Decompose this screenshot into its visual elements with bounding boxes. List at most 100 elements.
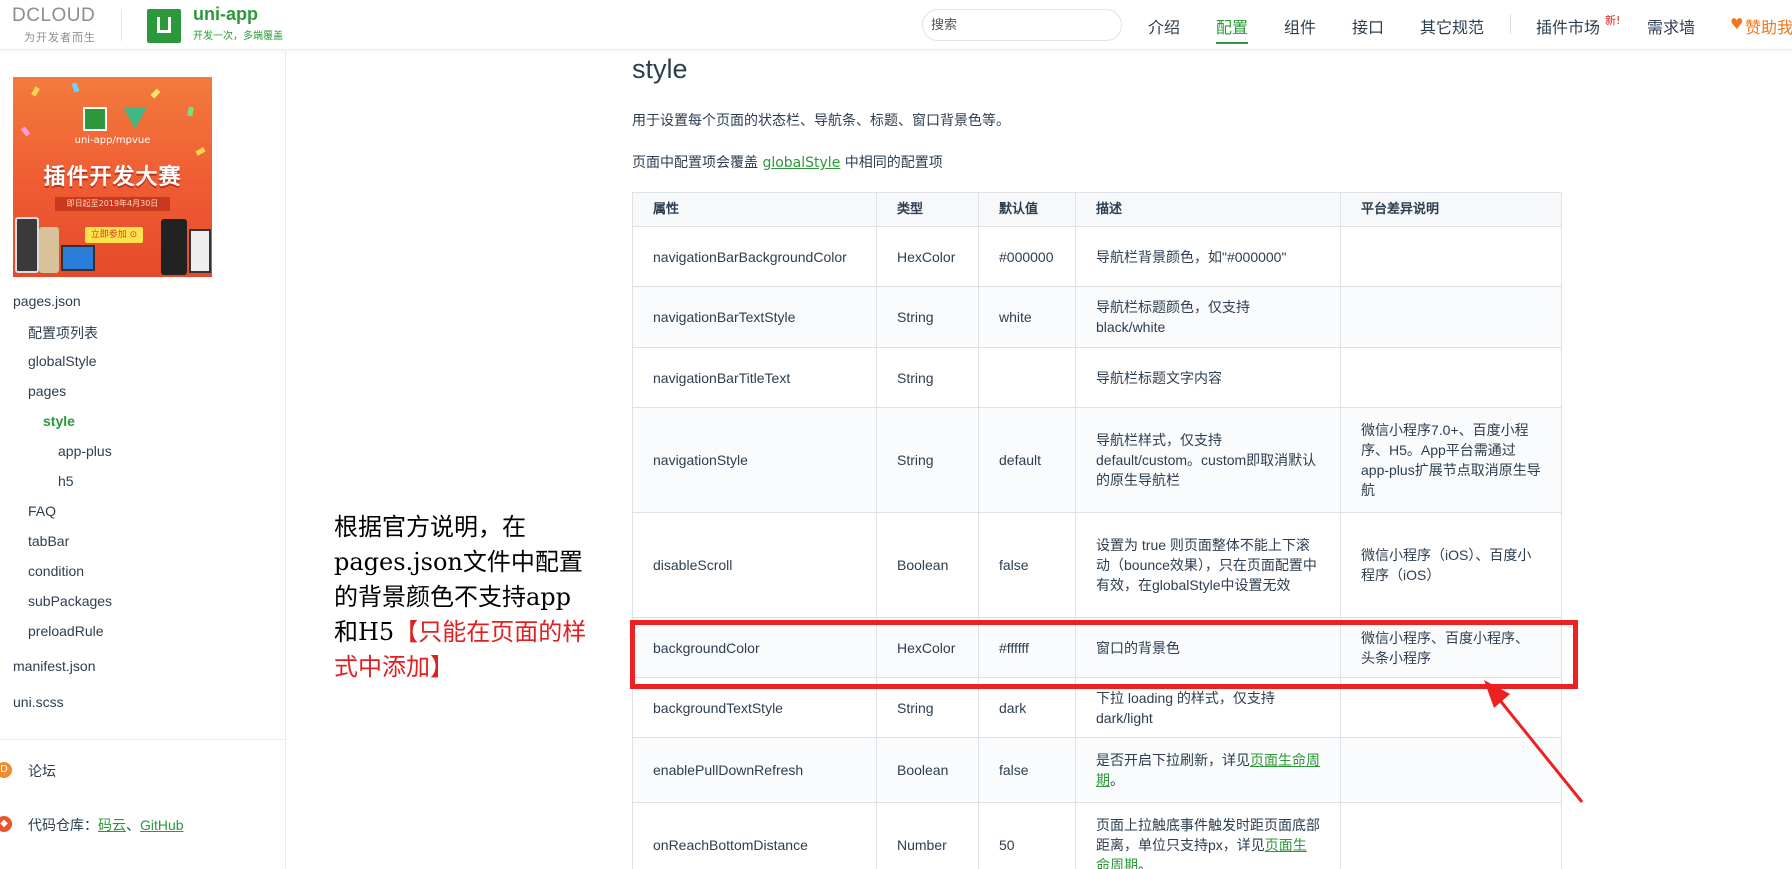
- table-header: 描述: [1075, 192, 1341, 227]
- table-cell: 50: [978, 802, 1076, 869]
- nav-demand-wall[interactable]: 需求墙: [1647, 14, 1695, 38]
- heart-icon: ♥: [1730, 15, 1744, 33]
- sidebar-item-pages-json[interactable]: pages.json: [13, 293, 81, 309]
- sidebar-item-h5[interactable]: h5: [58, 473, 74, 489]
- sidebar-item-pages[interactable]: pages: [28, 383, 66, 399]
- uni-app-banner-icon: [83, 107, 107, 131]
- table-cell: onReachBottomDistance: [632, 802, 877, 869]
- dcloud-logo[interactable]: DCLOUD 为开发者而生: [12, 5, 112, 45]
- table-cell: String: [876, 286, 979, 348]
- table-row: navigationStyle String default 导航栏样式，仅支持…: [632, 407, 1562, 513]
- new-badge: 新!: [1605, 14, 1621, 27]
- sidebar-item-subpackages[interactable]: subPackages: [28, 593, 112, 609]
- uni-app-logo-icon[interactable]: [147, 9, 181, 43]
- table-cell: navigationStyle: [632, 407, 877, 513]
- table-cell: [978, 347, 1076, 408]
- table-cell: 微信小程序（iOS）、百度小程序（iOS）: [1340, 512, 1562, 618]
- table-cell: [1340, 286, 1562, 348]
- sidebar-item-style[interactable]: style: [43, 413, 75, 429]
- sidebar-item-condition[interactable]: condition: [28, 563, 84, 579]
- table-cell: String: [876, 347, 979, 408]
- table-row: navigationBarTitleText String 导航栏标题文字内容: [632, 347, 1562, 408]
- table-cell: 导航栏标题颜色，仅支持 black/white: [1075, 286, 1341, 348]
- banner-caption: uni-app/mpvue: [74, 135, 151, 146]
- uni-app-title[interactable]: uni-app: [193, 4, 258, 25]
- table-cell: false: [978, 512, 1076, 618]
- table-cell: #000000: [978, 226, 1076, 287]
- table-cell: Boolean: [876, 512, 979, 618]
- dcloud-logo-text: DCLOUD: [12, 5, 96, 26]
- table-cell: white: [978, 286, 1076, 348]
- table-cell: 导航栏背景颜色，如"#000000": [1075, 226, 1341, 287]
- banner-join-button[interactable]: 立即参加 ⊙: [85, 227, 143, 243]
- nav-intro[interactable]: 介绍: [1148, 14, 1180, 38]
- sidebar-forum-link[interactable]: 论坛: [28, 761, 56, 781]
- top-navbar: DCLOUD 为开发者而生 uni-app 开发一次，多端覆盖 介绍 配置 组件…: [0, 0, 1792, 50]
- sidebar: uni-app/mpvue 插件开发大赛 即日起至2019年4月30日 立即参加…: [0, 51, 286, 869]
- vue-banner-icon: [123, 107, 147, 129]
- sidebar-repo: 代码仓库：码云、GitHub: [28, 815, 184, 835]
- table-cell: String: [876, 407, 979, 513]
- sidebar-item-uni-scss[interactable]: uni.scss: [13, 694, 64, 710]
- table-header: 属性: [632, 192, 877, 227]
- nav-api[interactable]: 接口: [1352, 14, 1384, 38]
- override-prefix: 页面中配置项会覆盖: [632, 155, 763, 171]
- override-suffix: 中相同的配置项: [840, 155, 943, 171]
- table-row: navigationBarTextStyle String white 导航栏标…: [632, 286, 1562, 348]
- table-header: 平台差异说明: [1340, 192, 1562, 227]
- table-cell: 导航栏标题文字内容: [1075, 347, 1341, 408]
- banner-date: 即日起至2019年4月30日: [55, 197, 170, 211]
- sidebar-item-manifest-json[interactable]: manifest.json: [13, 658, 95, 674]
- globalstyle-link[interactable]: globalStyle: [762, 155, 840, 171]
- table-cell: 设置为 true 则页面整体不能上下滚动（bounce效果），只在页面配置中有效…: [1075, 512, 1341, 618]
- table-cell: 是否开启下拉刷新，详见页面生命周期。: [1075, 737, 1341, 803]
- table-cell: false: [978, 737, 1076, 803]
- table-cell: 导航栏样式，仅支持 default/custom。custom即取消默认的原生导…: [1075, 407, 1341, 513]
- cell-text: 。: [1138, 857, 1152, 869]
- sidebar-item-app-plus[interactable]: app-plus: [58, 443, 112, 459]
- table-row: onReachBottomDistance Number 50 页面上拉触底事件…: [632, 802, 1562, 869]
- sidebar-item-config-list[interactable]: 配置项列表: [28, 323, 98, 343]
- sidebar-item-preloadrule[interactable]: preloadRule: [28, 623, 104, 639]
- sidebar-item-tabbar[interactable]: tabBar: [28, 533, 69, 549]
- ereader-image: [189, 229, 211, 273]
- plugin-contest-banner[interactable]: uni-app/mpvue 插件开发大赛 即日起至2019年4月30日 立即参加…: [13, 77, 212, 277]
- nav-plugin-market[interactable]: 插件市场: [1536, 14, 1600, 38]
- annotation-note: 根据官方说明，在pages.json文件中配置的背景颜色不支持app和H5【只能…: [334, 510, 594, 685]
- nav-other-specs[interactable]: 其它规范: [1420, 14, 1484, 38]
- sponsor-link[interactable]: 赞助我: [1745, 14, 1792, 38]
- table-cell: Number: [876, 802, 979, 869]
- page-title: style: [632, 54, 688, 84]
- sidebar-item-faq[interactable]: FAQ: [28, 503, 56, 519]
- highlight-box: [630, 620, 1578, 689]
- repo-link-github[interactable]: GitHub: [140, 817, 184, 833]
- sidebar-item-globalstyle[interactable]: globalStyle: [28, 353, 97, 369]
- table-header-row: 属性 类型 默认值 描述 平台差异说明: [632, 192, 1562, 227]
- monitor-image: [61, 245, 95, 271]
- table-cell: 微信小程序7.0+、百度小程序、H5。App平台需通过app-plus扩展节点取…: [1340, 407, 1562, 513]
- cell-text: 是否开启下拉刷新，详见: [1096, 752, 1250, 768]
- table-header: 默认值: [978, 192, 1076, 227]
- phone-image: [161, 219, 187, 275]
- table-cell: navigationBarTextStyle: [632, 286, 877, 348]
- table-cell: disableScroll: [632, 512, 877, 618]
- repo-label: 代码仓库：: [28, 817, 98, 833]
- banner-title: 插件开发大赛: [43, 165, 182, 190]
- cell-text: 。: [1110, 772, 1124, 788]
- search-input[interactable]: [922, 9, 1122, 41]
- nav-config[interactable]: 配置: [1216, 14, 1249, 44]
- override-paragraph: 页面中配置项会覆盖 globalStyle 中相同的配置项: [632, 152, 943, 172]
- table-cell: navigationBarTitleText: [632, 347, 877, 408]
- phone-image: [39, 227, 59, 273]
- red-arrow-icon: [1484, 680, 1584, 803]
- nav-components[interactable]: 组件: [1284, 14, 1316, 38]
- git-icon: ◆: [0, 816, 12, 832]
- dcloud-slogan: 为开发者而生: [24, 31, 96, 44]
- nav-divider: [1510, 14, 1511, 34]
- table-row: navigationBarBackgroundColor HexColor #0…: [632, 226, 1562, 287]
- table-cell: [1340, 802, 1562, 869]
- sidebar-divider: [0, 739, 286, 740]
- repo-link-gitee[interactable]: 码云: [98, 817, 126, 833]
- table-header: 类型: [876, 192, 979, 227]
- phone-image: [15, 217, 39, 273]
